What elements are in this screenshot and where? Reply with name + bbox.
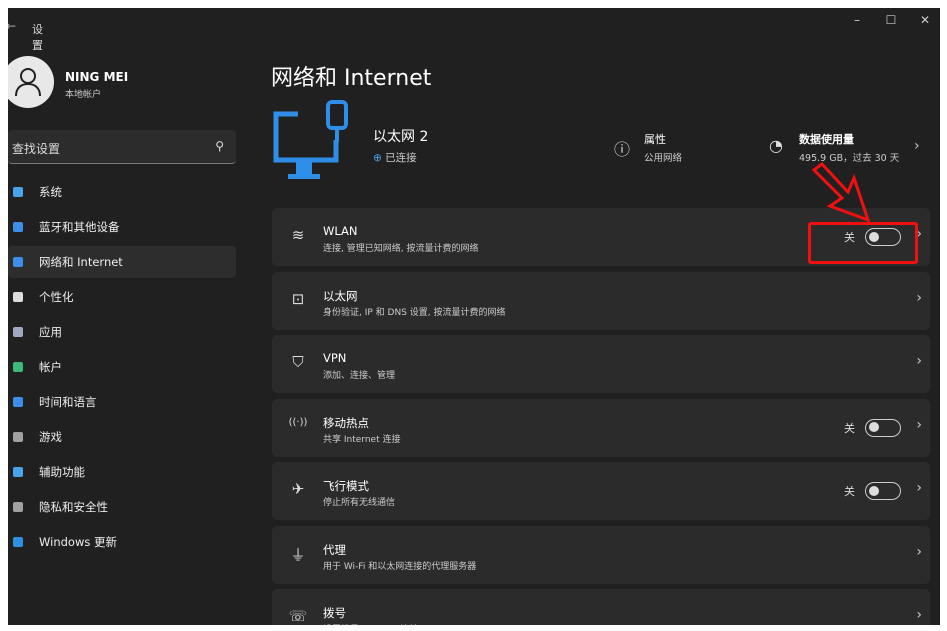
chevron-right-icon: ›: [916, 416, 922, 433]
network-profile: 公用网络: [644, 153, 683, 164]
search-input[interactable]: 查找设置 ⚲: [8, 130, 236, 164]
settings-card[interactable]: ⊡ 以太网 身份验证, IP 和 DNS 设置, 按流量计费的网络 ›: [272, 271, 930, 330]
sidebar-item-label: 个性化: [39, 290, 74, 304]
dialup-icon: ☏: [288, 607, 308, 625]
card-title: WLAN: [323, 224, 358, 238]
maximize-button[interactable]: ☐: [876, 13, 906, 27]
chevron-right-icon: ›: [916, 543, 922, 560]
chevron-right-icon: ›: [916, 289, 922, 306]
back-icon[interactable]: ←: [8, 19, 16, 33]
data-usage-link[interactable]: 数据使用量: [799, 131, 854, 147]
sidebar-item[interactable]: 系统: [8, 176, 236, 208]
card-title: VPN: [323, 351, 347, 365]
ethernet-icon: ⊡: [291, 289, 305, 308]
card-description: 添加、连接、管理: [323, 371, 396, 381]
proxy-icon: ⏚: [290, 545, 306, 564]
user-name: NING MEI: [65, 70, 129, 84]
globe-icon: ⊕: [373, 152, 386, 164]
sidebar-item-icon: [13, 467, 23, 477]
sidebar-item[interactable]: Windows 更新: [8, 526, 236, 558]
sidebar-item-icon: [13, 537, 23, 547]
ethernet-name: 以太网 2: [373, 129, 429, 145]
search-icon[interactable]: ⚲: [215, 139, 224, 153]
sidebar-item-icon: [13, 292, 23, 302]
card-description: 设置拨号 Internet 连接: [323, 622, 418, 625]
settings-card[interactable]: ((·)) 移动热点 共享 Internet 连接 › 关: [272, 398, 930, 457]
settings-card[interactable]: ✈ 飞行模式 停止所有无线通信 › 关: [272, 462, 930, 520]
card-description: 用于 Wi-Fi 和以太网连接的代理服务器: [323, 561, 477, 572]
sidebar-item-label: 蓝牙和其他设备: [39, 220, 120, 234]
card-description: 共享 Internet 连接: [323, 434, 401, 445]
toggle-switch[interactable]: [865, 482, 901, 500]
toggle-state-label: 关: [844, 421, 855, 435]
chevron-right-icon: ›: [916, 480, 922, 496]
sidebar-item-icon: [13, 397, 23, 407]
sidebar-item-icon: [13, 362, 23, 372]
card-description: 身份验证, IP 和 DNS 设置, 按流量计费的网络: [323, 307, 506, 318]
sidebar-item[interactable]: 游戏: [8, 421, 236, 453]
sidebar-item[interactable]: 蓝牙和其他设备: [8, 211, 236, 243]
card-title: 移动热点: [323, 415, 369, 430]
card-title: 代理: [323, 542, 346, 557]
chevron-right-icon[interactable]: ›: [914, 138, 920, 154]
info-icon: ⓘ: [614, 140, 631, 159]
sidebar-item-label: Windows 更新: [39, 535, 117, 549]
sidebar-item-icon: [13, 502, 23, 512]
search-placeholder: 查找设置: [12, 142, 61, 156]
avatar[interactable]: [8, 56, 54, 108]
data-usage-icon: ◔: [769, 136, 783, 155]
red-arrow-annotation: [811, 161, 871, 223]
highlight-box: [808, 222, 918, 264]
settings-window: ← 设置 – ☐ ✕ NING MEI 本地帐户 查找设置 ⚲ 系统蓝牙和其他设…: [8, 8, 940, 625]
user-icon: [15, 68, 41, 97]
card-description: 连接, 管理已知网络, 按流量计费的网络: [323, 244, 479, 254]
sidebar-item-icon: [13, 432, 23, 442]
window-title: 设置: [32, 23, 43, 52]
card-title: 拨号: [323, 606, 346, 620]
sidebar-item-label: 应用: [39, 325, 62, 339]
card-title: 飞行模式: [323, 479, 369, 493]
toggle-switch[interactable]: [865, 418, 901, 437]
sidebar-item-icon: [13, 327, 23, 337]
sidebar-item-label: 时间和语言: [39, 395, 97, 409]
sidebar-item-label: 网络和 Internet: [39, 255, 123, 269]
sidebar-item[interactable]: 隐私和安全性: [8, 491, 236, 523]
chevron-right-icon: ›: [916, 353, 922, 369]
sidebar-item-icon: [13, 222, 23, 232]
settings-card[interactable]: ⛉ VPN 添加、连接、管理 ›: [272, 335, 930, 393]
card-title: 以太网: [323, 288, 358, 303]
chevron-right-icon: ›: [916, 607, 922, 623]
settings-card[interactable]: ☏ 拨号 设置拨号 Internet 连接 ›: [272, 589, 930, 625]
wifi-icon: ≋: [291, 226, 305, 244]
sidebar-item-icon: [13, 187, 23, 197]
properties-link[interactable]: 属性: [644, 131, 666, 147]
sidebar-item-label: 帐户: [39, 360, 62, 374]
sidebar-item[interactable]: 应用: [8, 316, 236, 348]
sidebar-item-label: 隐私和安全性: [39, 500, 108, 514]
connection-status: 已连接: [385, 152, 417, 164]
settings-card[interactable]: ⏚ 代理 用于 Wi-Fi 和以太网连接的代理服务器 ›: [272, 525, 930, 584]
sidebar-item-label: 系统: [39, 185, 62, 199]
airplane-icon: ✈: [291, 480, 305, 498]
ethernet-monitor-icon: [273, 100, 348, 179]
hotspot-icon: ((·)): [288, 416, 308, 428]
sidebar-item-icon: [13, 257, 23, 267]
vpn-shield-icon: ⛉: [292, 353, 304, 371]
sidebar-item[interactable]: 个性化: [8, 281, 236, 313]
sidebar-item[interactable]: 网络和 Internet: [8, 246, 236, 278]
sidebar-item[interactable]: 时间和语言: [8, 386, 236, 418]
minimize-button[interactable]: –: [842, 13, 872, 27]
page-title: 网络和 Internet: [271, 66, 432, 91]
close-button[interactable]: ✕: [910, 13, 940, 27]
sidebar-item-label: 辅助功能: [39, 465, 85, 479]
sidebar-item-label: 游戏: [39, 430, 62, 444]
card-description: 停止所有无线通信: [323, 498, 396, 508]
sidebar-item[interactable]: 辅助功能: [8, 456, 236, 488]
sidebar-item[interactable]: 帐户: [8, 351, 236, 383]
account-type: 本地帐户: [65, 90, 102, 100]
toggle-state-label: 关: [844, 485, 855, 498]
